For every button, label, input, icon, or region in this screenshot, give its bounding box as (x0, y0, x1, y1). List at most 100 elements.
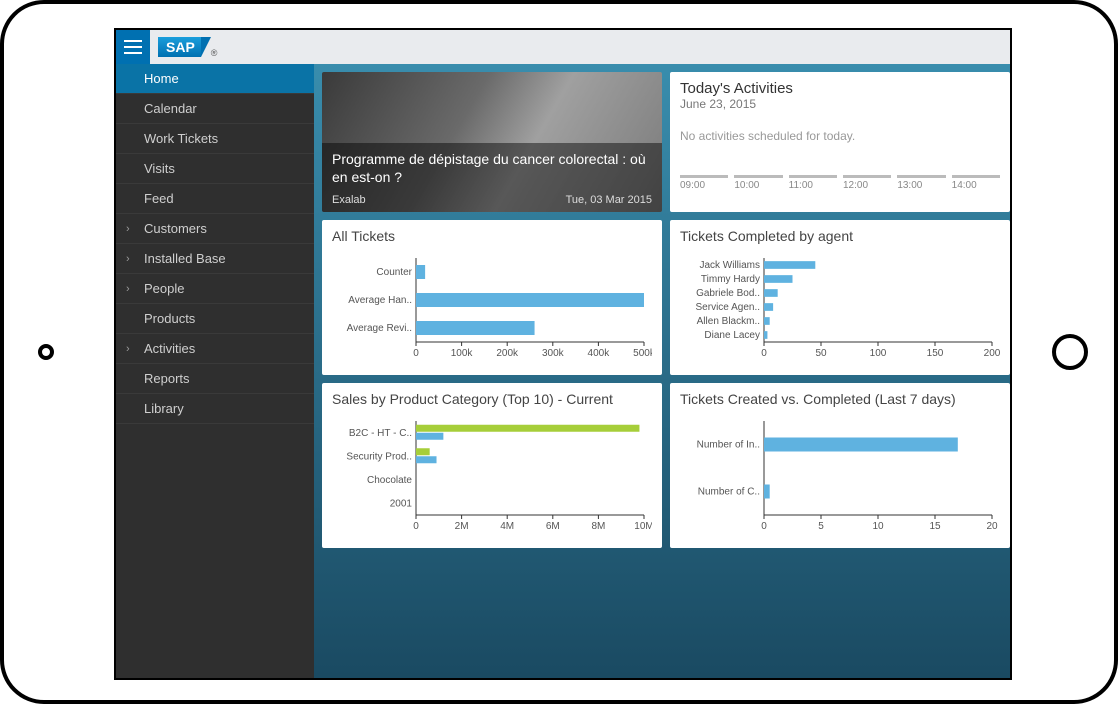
svg-text:B2C - HT - C..: B2C - HT - C.. (349, 428, 412, 439)
chevron-right-icon: › (126, 283, 130, 295)
news-date: Tue, 03 Mar 2015 (566, 194, 652, 206)
sidebar-item-calendar[interactable]: Calendar (116, 94, 314, 124)
sidebar-item-label: People (144, 281, 184, 296)
svg-text:Number of In..: Number of In.. (697, 440, 760, 451)
chevron-right-icon: › (126, 343, 130, 355)
hamburger-menu-button[interactable] (116, 30, 150, 64)
svg-text:Security Prod..: Security Prod.. (346, 451, 412, 462)
sidebar-item-label: Reports (144, 371, 190, 386)
sidebar-item-label: Calendar (144, 101, 197, 116)
chevron-right-icon: › (126, 253, 130, 265)
svg-text:50: 50 (815, 348, 827, 359)
svg-text:8M: 8M (591, 521, 605, 532)
sales-top10-title: Sales by Product Category (Top 10) - Cur… (322, 383, 662, 411)
news-headline: Programme de dépistage du cancer colorec… (332, 151, 652, 186)
main-content: Programme de dépistage du cancer colorec… (314, 64, 1010, 678)
svg-text:0: 0 (761, 348, 767, 359)
svg-text:Chocolate: Chocolate (367, 475, 412, 486)
tickets-created-completed-chart: 05101520Number of In..Number of C.. (680, 415, 1000, 535)
chevron-right-icon: › (126, 223, 130, 235)
sidebar-item-label: Installed Base (144, 251, 226, 266)
activities-empty-msg: No activities scheduled for today. (680, 129, 1000, 143)
sales-top10-card[interactable]: Sales by Product Category (Top 10) - Cur… (322, 383, 662, 548)
sidebar-item-label: Visits (144, 161, 175, 176)
sidebar-item-label: Activities (144, 341, 195, 356)
all-tickets-card[interactable]: All Tickets 0100k200k300k400k500kCounter… (322, 220, 662, 375)
all-tickets-chart: 0100k200k300k400k500kCounterAverage Han.… (332, 252, 652, 362)
timeline-slot: 14:00 (952, 175, 1000, 191)
sidebar-item-label: Customers (144, 221, 207, 236)
top-bar: SAP ® (116, 30, 1010, 64)
sidebar-item-library[interactable]: Library (116, 394, 314, 424)
timeline-slot: 11:00 (789, 175, 837, 191)
sales-top10-chart: 02M4M6M8M10MB2C - HT - C..Security Prod.… (332, 415, 652, 535)
logo-text: SAP (158, 37, 201, 57)
svg-text:4M: 4M (500, 521, 514, 532)
timeline-slot: 12:00 (843, 175, 891, 191)
svg-text:400k: 400k (588, 348, 611, 359)
trademark-symbol: ® (211, 48, 218, 58)
activities-card[interactable]: Today's Activities June 23, 2015 No acti… (670, 72, 1010, 212)
sidebar-item-label: Work Tickets (144, 131, 218, 146)
tablet-home-button[interactable] (1052, 334, 1088, 370)
sidebar-nav: Home Calendar Work Tickets Visits Feed › Custo… (116, 64, 314, 678)
svg-text:Service Agen..: Service Agen.. (696, 302, 760, 313)
tickets-by-agent-title: Tickets Completed by agent (670, 220, 1010, 248)
svg-text:Average Han..: Average Han.. (348, 295, 412, 306)
sidebar-item-installed-base[interactable]: › Installed Base (116, 244, 314, 274)
svg-text:20: 20 (986, 521, 998, 532)
svg-text:150: 150 (927, 348, 944, 359)
svg-text:0: 0 (413, 521, 419, 532)
sidebar-item-products[interactable]: Products (116, 304, 314, 334)
svg-text:100: 100 (870, 348, 887, 359)
svg-text:Jack Williams: Jack Williams (699, 260, 760, 271)
svg-text:0: 0 (761, 521, 767, 532)
tickets-by-agent-card[interactable]: Tickets Completed by agent 0 50 100 150 200 J… (670, 220, 1010, 375)
news-source: Exalab (332, 194, 366, 206)
sidebar-item-work-tickets[interactable]: Work Tickets (116, 124, 314, 154)
activities-title: Today's Activities (680, 80, 1000, 97)
svg-text:200: 200 (984, 348, 1000, 359)
sidebar-item-visits[interactable]: Visits (116, 154, 314, 184)
hamburger-icon (124, 40, 142, 54)
sidebar-item-reports[interactable]: Reports (116, 364, 314, 394)
svg-text:2M: 2M (455, 521, 469, 532)
news-overlay: Programme de dépistage du cancer colorec… (322, 143, 662, 212)
svg-text:200k: 200k (496, 348, 519, 359)
svg-text:2001: 2001 (390, 498, 413, 509)
news-card[interactable]: Programme de dépistage du cancer colorec… (322, 72, 662, 212)
sidebar-item-label: Home (144, 71, 179, 86)
tablet-frame: SAP ® Home Calendar Work Tickets Visits Feed… (0, 0, 1118, 704)
sidebar-item-label: Products (144, 311, 195, 326)
timeline-slot: 13:00 (897, 175, 945, 191)
svg-text:100k: 100k (451, 348, 474, 359)
app-screen: SAP ® Home Calendar Work Tickets Visits Feed… (114, 28, 1012, 680)
tablet-camera (38, 344, 54, 360)
svg-text:Number of C..: Number of C.. (698, 487, 760, 498)
tickets-created-completed-card[interactable]: Tickets Created vs. Completed (Last 7 da… (670, 383, 1010, 548)
sidebar-item-activities[interactable]: › Activities (116, 334, 314, 364)
timeline-slot: 09:00 (680, 175, 728, 191)
svg-text:0: 0 (413, 348, 419, 359)
svg-text:Gabriele Bod..: Gabriele Bod.. (696, 288, 760, 299)
timeline-slot: 10:00 (734, 175, 782, 191)
all-tickets-title: All Tickets (322, 220, 662, 248)
sidebar-item-home[interactable]: Home (116, 64, 314, 94)
sidebar-item-label: Feed (144, 191, 174, 206)
svg-text:Counter: Counter (376, 267, 412, 278)
sidebar-item-label: Library (144, 401, 184, 416)
svg-text:Allen Blackm..: Allen Blackm.. (697, 316, 760, 327)
svg-text:Timmy Hardy: Timmy Hardy (701, 274, 760, 285)
svg-text:500k: 500k (633, 348, 652, 359)
sidebar-item-feed[interactable]: Feed (116, 184, 314, 214)
svg-text:10M: 10M (634, 521, 652, 532)
app-logo: SAP ® (158, 37, 207, 57)
sidebar-item-people[interactable]: › People (116, 274, 314, 304)
activities-date: June 23, 2015 (680, 97, 1000, 111)
svg-text:15: 15 (929, 521, 941, 532)
sidebar-item-customers[interactable]: › Customers (116, 214, 314, 244)
tickets-by-agent-chart: 0 50 100 150 200 Jack Williams Timmy Hardy Gabr… (680, 252, 1000, 362)
svg-text:Average Revi..: Average Revi.. (347, 323, 412, 334)
svg-text:Diane Lacey: Diane Lacey (704, 330, 760, 341)
svg-text:10: 10 (872, 521, 884, 532)
